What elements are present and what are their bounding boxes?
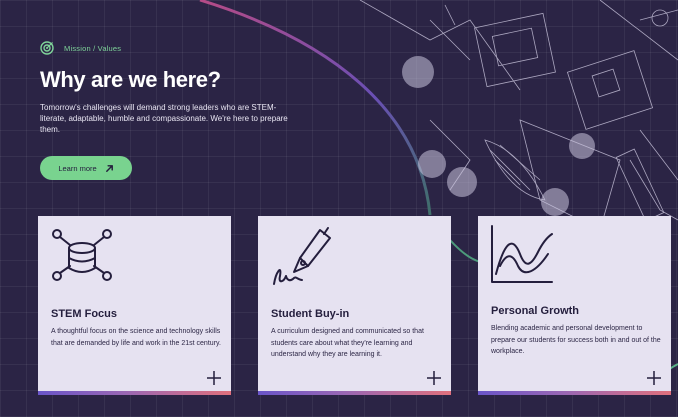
card-stem-focus: STEM Focus A thoughtful focus on the sci… [38, 216, 231, 395]
expand-button[interactable] [647, 371, 661, 385]
card-student-buy-in: Student Buy-in A curriculum designed and… [258, 216, 451, 395]
plus-icon [647, 371, 661, 385]
learn-more-label: Learn more [58, 163, 97, 173]
card-personal-growth: Personal Growth Blending academic and pe… [478, 216, 671, 395]
eyebrow-label: Mission / Values [64, 43, 122, 53]
expand-button[interactable] [207, 371, 221, 385]
card-description: A curriculum designed and communicated s… [271, 328, 424, 358]
database-network-icon [52, 229, 112, 281]
card-title: Personal Growth [491, 305, 580, 317]
card-gradient-bar [38, 391, 231, 395]
hero-section: Mission / Values Why are we here? Tomorr… [40, 40, 340, 135]
card-gradient-bar [258, 391, 451, 395]
arrow-up-right-icon [105, 164, 113, 172]
card-description: A thoughtful focus on the science and te… [51, 328, 221, 347]
pen-signature-icon [273, 227, 331, 285]
wave-graph-icon [491, 225, 553, 283]
card-description: Blending academic and personal developme… [491, 325, 661, 355]
card-title: STEM Focus [51, 308, 118, 320]
page-title: Why are we here? [40, 67, 221, 92]
eyebrow: Mission / Values [40, 40, 340, 56]
target-icon [40, 41, 54, 55]
plus-icon [427, 371, 441, 385]
plus-icon [207, 371, 221, 385]
card-title: Student Buy-in [271, 308, 350, 320]
expand-button[interactable] [427, 371, 441, 385]
hero-description: Tomorrow's challenges will demand strong… [40, 103, 288, 134]
learn-more-button[interactable]: Learn more [40, 156, 132, 180]
card-gradient-bar [478, 391, 671, 395]
